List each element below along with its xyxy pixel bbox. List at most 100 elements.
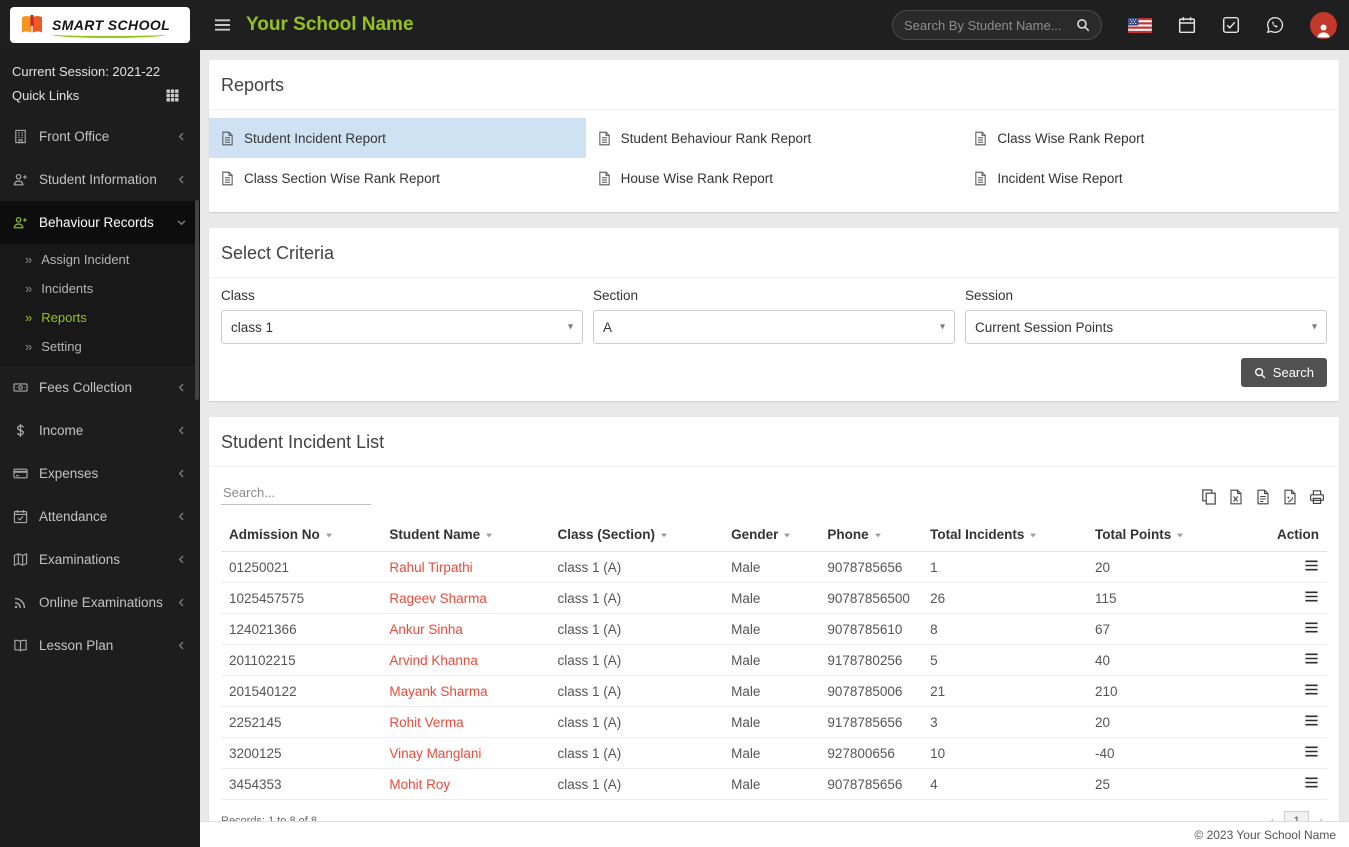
sort-icon [660, 531, 668, 539]
report-link-student-incident-report[interactable]: Student Incident Report [209, 118, 586, 158]
cell-action [1246, 582, 1327, 614]
row-action-menu-icon[interactable] [1304, 590, 1319, 603]
criteria-field-session: Session Current Session Points [965, 288, 1327, 344]
cell-phone: 9078785610 [819, 613, 923, 645]
row-action-menu-icon[interactable] [1304, 559, 1319, 572]
session-select[interactable]: Current Session Points [965, 310, 1327, 344]
export-toolbar [1201, 489, 1327, 505]
sidebar-item-lesson-plan[interactable]: Lesson Plan [0, 624, 200, 667]
report-link-label: House Wise Rank Report [620, 170, 773, 186]
table-search-input[interactable] [221, 481, 371, 505]
student-name-link[interactable]: Mohit Roy [389, 777, 450, 792]
report-link-class-wise-rank-report[interactable]: Class Wise Rank Report [962, 118, 1339, 158]
brand-logo[interactable]: SMART SCHOOL [0, 0, 200, 50]
column-header-total-incidents[interactable]: Total Incidents [922, 517, 1087, 552]
report-link-house-wise-rank-report[interactable]: House Wise Rank Report [586, 158, 963, 198]
row-action-menu-icon[interactable] [1304, 714, 1319, 727]
menu-toggle-icon[interactable] [214, 18, 231, 32]
student-name-link[interactable]: Rahul Tirpathi [389, 560, 472, 575]
cell-total-incidents: 3 [922, 706, 1087, 738]
sidebar-subitem-label: Incidents [41, 281, 94, 296]
sidebar-item-label: Income [39, 423, 84, 438]
sidebar-item-student-information[interactable]: Student Information [0, 158, 200, 201]
sidebar-item-attendance[interactable]: Attendance [0, 495, 200, 538]
sidebar-item-front-office[interactable]: Front Office [0, 115, 200, 158]
row-action-menu-icon[interactable] [1304, 745, 1319, 758]
print-icon[interactable] [1309, 489, 1325, 505]
table-row: 3200125 Vinay Manglani class 1 (A) Male 9278… [221, 737, 1327, 769]
cell-phone: 9178780256 [819, 644, 923, 676]
column-header-admission-no[interactable]: Admission No [221, 517, 382, 552]
us-flag-icon[interactable] [1128, 17, 1152, 33]
sort-icon [1029, 531, 1037, 539]
sidebar-subitem-setting[interactable]: » Setting [0, 332, 200, 361]
sidebar-item-fees-collection[interactable]: Fees Collection [0, 366, 200, 409]
row-action-menu-icon[interactable] [1304, 621, 1319, 634]
sidebar-item-income[interactable]: Income [0, 409, 200, 452]
pagination-page-1[interactable]: 1 [1284, 811, 1309, 821]
cell-gender: Male [723, 675, 820, 707]
student-search-input[interactable] [904, 17, 1070, 33]
pdf-icon[interactable] [1282, 489, 1298, 505]
row-action-menu-icon[interactable] [1304, 652, 1319, 665]
sidebar-subitem-reports[interactable]: » Reports [0, 303, 200, 332]
pagination-prev[interactable]: ‹ [1266, 813, 1277, 822]
sidebar-item-online-examinations[interactable]: Online Examinations [0, 581, 200, 624]
cell-admission-no: 2252145 [221, 706, 382, 738]
search-button[interactable]: Search [1240, 358, 1327, 387]
quick-links-grid-icon[interactable] [165, 88, 180, 103]
pagination-next[interactable]: › [1316, 813, 1327, 822]
cell-total-points: -40 [1086, 737, 1247, 769]
section-select[interactable]: A [593, 310, 955, 344]
student-name-link[interactable]: Arvind Khanna [389, 653, 478, 668]
student-name-link[interactable]: Vinay Manglani [389, 746, 481, 761]
sort-icon [874, 531, 882, 539]
whatsapp-icon[interactable] [1266, 16, 1284, 34]
class-select[interactable]: class 1 [221, 310, 583, 344]
cell-student-name: Mohit Roy [381, 768, 550, 800]
report-link-incident-wise-report[interactable]: Incident Wise Report [962, 158, 1339, 198]
column-header-gender[interactable]: Gender [723, 517, 820, 552]
column-header-total-points[interactable]: Total Points [1086, 517, 1247, 552]
dollar-icon [13, 423, 28, 438]
criteria-body: Class class 1 Section A Session Current Sessi… [209, 278, 1339, 401]
section-select-wrap: A [593, 310, 955, 344]
sort-icon [1176, 531, 1184, 539]
incident-table: Admission No Student Name Class (Section) G… [221, 517, 1327, 800]
copy-icon[interactable] [1201, 489, 1217, 505]
student-name-link[interactable]: Rohit Verma [389, 715, 463, 730]
cell-class-section: class 1 (A) [549, 737, 724, 769]
csv-icon[interactable] [1255, 489, 1271, 505]
sidebar-subitem-label: Reports [41, 310, 87, 325]
field-label: Class [221, 288, 255, 303]
cell-gender: Male [723, 768, 820, 800]
report-link-class-section-wise-rank-report[interactable]: Class Section Wise Rank Report [209, 158, 586, 198]
sidebar-item-examinations[interactable]: Examinations [0, 538, 200, 581]
user-avatar[interactable] [1310, 11, 1337, 39]
column-header-class-section[interactable]: Class (Section) [549, 517, 724, 552]
student-name-link[interactable]: Mayank Sharma [389, 684, 487, 699]
tasks-icon[interactable] [1222, 16, 1240, 34]
calendar-icon[interactable] [1178, 16, 1196, 34]
sidebar-subitem-incidents[interactable]: » Incidents [0, 274, 200, 303]
row-action-menu-icon[interactable] [1304, 683, 1319, 696]
report-link-student-behaviour-rank-report[interactable]: Student Behaviour Rank Report [586, 118, 963, 158]
search-icon[interactable] [1076, 18, 1090, 32]
sidebar-item-behaviour-records[interactable]: Behaviour Records [0, 201, 200, 244]
column-header-action[interactable]: Action [1246, 517, 1327, 552]
row-action-menu-icon[interactable] [1304, 776, 1319, 789]
student-name-link[interactable]: Rageev Sharma [389, 591, 487, 606]
search-icon [1254, 367, 1266, 379]
student-name-link[interactable]: Ankur Sinha [389, 622, 463, 637]
sidebar-item-label: Student Information [39, 172, 157, 187]
column-header-student-name[interactable]: Student Name [381, 517, 550, 552]
table-footer: Records: 1 to 8 of 8 ‹ 1 › [221, 811, 1327, 821]
column-header-phone[interactable]: Phone [819, 517, 923, 552]
sidebar-scrollbar[interactable] [195, 200, 199, 400]
student-search [892, 10, 1102, 40]
table-head: Admission No Student Name Class (Section) G… [221, 517, 1327, 552]
excel-icon[interactable] [1228, 489, 1244, 505]
sidebar-item-expenses[interactable]: Expenses [0, 452, 200, 495]
sidebar-subitem-assign-incident[interactable]: » Assign Incident [0, 245, 200, 274]
cell-gender: Male [723, 706, 820, 738]
